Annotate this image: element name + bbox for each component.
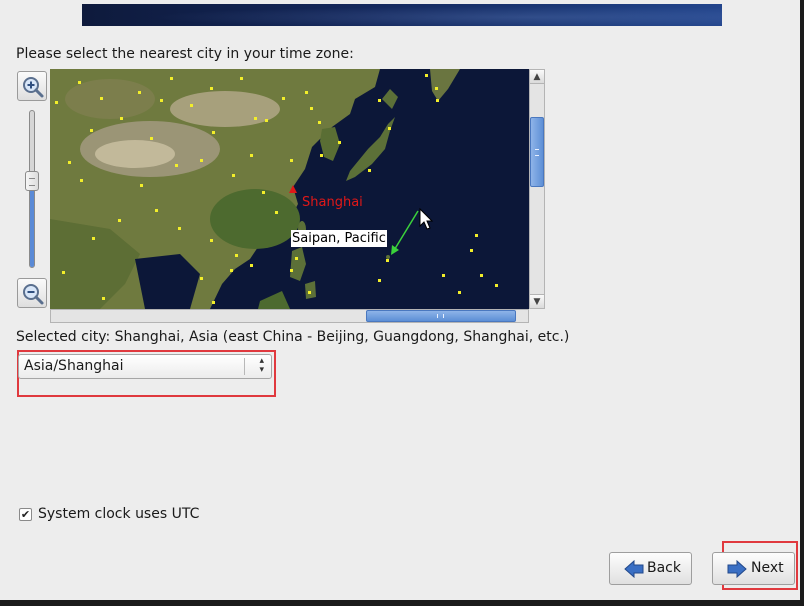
taklamakan-desert (95, 140, 175, 168)
map-vertical-scrollbar[interactable]: ▲ ▼ (529, 69, 545, 309)
zoom-out-button[interactable] (17, 278, 47, 308)
timezone-prompt: Please select the nearest city in your t… (16, 46, 354, 62)
next-button[interactable]: Next (712, 552, 795, 585)
scrollbar-corner (529, 309, 545, 323)
timezone-select[interactable]: Asia/Shanghai ▴ ▾ (18, 354, 272, 379)
gobi-desert (170, 91, 280, 127)
selected-city-description: Selected city: Shanghai, Asia (east Chin… (16, 329, 570, 345)
south-china-region (210, 189, 300, 249)
map-vertical-scroll-thumb[interactable] (530, 117, 544, 187)
window-frame-edge-right (800, 0, 804, 606)
zoom-slider-fill (30, 180, 34, 267)
zoom-in-button[interactable] (17, 71, 47, 101)
timezone-map[interactable]: Shanghai Saipan, Pacific (50, 69, 529, 309)
scroll-up-arrow-icon[interactable]: ▲ (530, 70, 544, 84)
scroll-down-arrow-icon[interactable]: ▼ (530, 294, 544, 308)
timezone-select-value: Asia/Shanghai (24, 358, 124, 374)
utc-checkbox[interactable]: ✔ (19, 508, 32, 521)
window-frame-edge-bottom (0, 600, 804, 606)
saipan-dot (386, 259, 389, 262)
utc-checkbox-label[interactable]: System clock uses UTC (38, 506, 199, 522)
mariana-islands (386, 255, 390, 259)
zoom-out-icon (23, 284, 44, 305)
back-button-label: Back (647, 560, 681, 576)
timezone-map-graphic (50, 69, 529, 309)
zoom-in-icon (23, 77, 44, 98)
hover-city-map-label: Saipan, Pacific (291, 230, 387, 247)
map-horizontal-scroll-thumb[interactable] (366, 310, 516, 322)
updown-chevron-icon: ▴ ▾ (259, 356, 264, 375)
zoom-slider-handle[interactable] (25, 171, 39, 191)
next-arrow-icon (727, 560, 747, 578)
installer-header-banner (82, 4, 722, 26)
next-button-label: Next (751, 560, 784, 576)
central-asia-steppe (65, 79, 155, 119)
back-arrow-icon (624, 560, 644, 578)
timezone-select-separator (244, 358, 245, 375)
selected-city-map-label: Shanghai (302, 195, 363, 210)
mindanao (305, 281, 316, 299)
map-horizontal-scrollbar[interactable] (50, 309, 529, 323)
back-button[interactable]: Back (609, 552, 692, 585)
